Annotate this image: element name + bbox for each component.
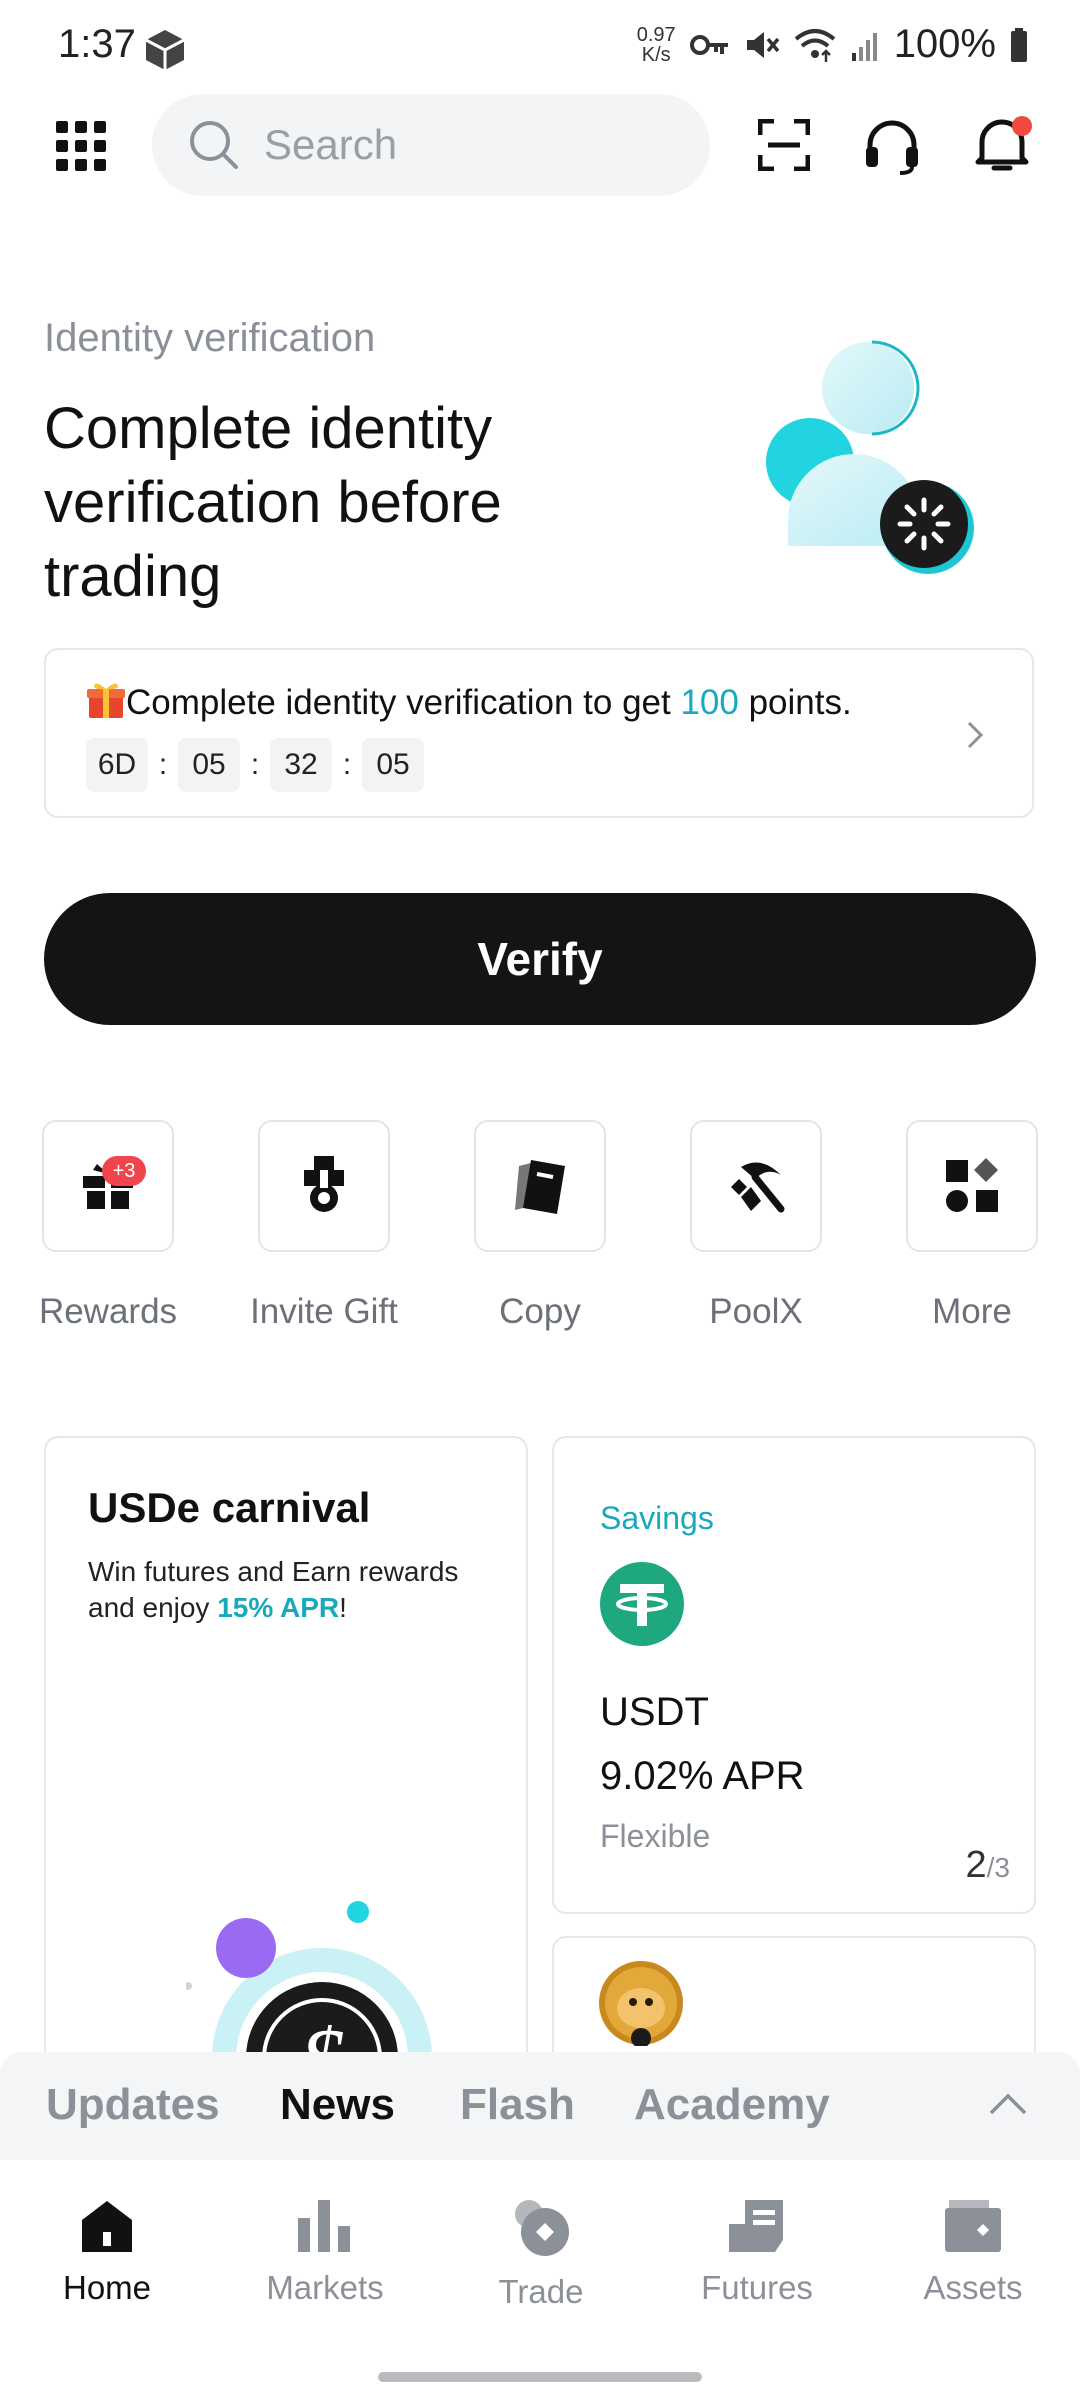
reward-banner[interactable]: Complete identity verification to get 10… xyxy=(44,648,1034,818)
pickaxe-icon xyxy=(731,1162,785,1213)
tab-updates[interactable]: Updates xyxy=(46,2080,220,2130)
timer-days: 6D xyxy=(86,738,148,792)
vpn-key-icon xyxy=(689,34,728,55)
promo-title: USDe carnival xyxy=(88,1484,371,1531)
tab-academy[interactable]: Academy xyxy=(634,2080,830,2130)
wallet-icon xyxy=(945,2200,1001,2252)
package-icon xyxy=(145,30,185,70)
promo-card-usde[interactable]: USDe carnival Win futures and Earn rewar… xyxy=(44,1436,528,2076)
shortcut-label: Copy xyxy=(499,1292,581,1331)
shortcut-label: Rewards xyxy=(38,1292,178,1331)
chevron-right-icon xyxy=(967,721,984,749)
timer-minutes: 32 xyxy=(270,738,332,792)
status-right: 0.97 K/s 100% xyxy=(637,22,1028,67)
net-speed: 0.97 K/s xyxy=(636,23,676,66)
savings-term: Flexible xyxy=(600,1818,711,1854)
shortcut-poolx[interactable]: PoolX xyxy=(690,1120,822,1331)
countdown-timer: 6D : 05 : 32 : 05 xyxy=(86,738,424,792)
copy-cards-icon xyxy=(515,1160,565,1214)
search-input[interactable]: Search xyxy=(152,94,710,196)
bar-chart-icon xyxy=(298,2200,350,2252)
nav-futures[interactable]: Futures xyxy=(672,2198,842,2307)
verify-button[interactable]: Verify xyxy=(44,893,1036,1025)
reward-points: 100 xyxy=(680,683,739,722)
support-headset-icon[interactable] xyxy=(864,117,920,175)
tab-flash[interactable]: Flash xyxy=(460,2080,575,2130)
savings-coin: USDT xyxy=(600,1690,709,1734)
mute-icon xyxy=(746,31,780,58)
battery-icon xyxy=(1011,27,1027,62)
medal-icon xyxy=(304,1156,344,1212)
shortcut-invite-gift[interactable]: Invite Gift xyxy=(250,1120,398,1331)
nav-trade[interactable]: Trade xyxy=(456,2198,626,2311)
timer-seconds: 05 xyxy=(362,738,424,792)
shortcut-label: More xyxy=(932,1292,1012,1331)
kyc-title: Complete identity verification before tr… xyxy=(44,396,502,609)
more-shapes-icon xyxy=(946,1158,998,1212)
signal-icon xyxy=(851,32,877,61)
kyc-subtitle: Identity verification xyxy=(44,316,376,360)
nav-home[interactable]: Home xyxy=(22,2198,192,2307)
status-time: 1:37 xyxy=(58,22,136,66)
coin-illustration: $ xyxy=(186,1901,432,2074)
search-icon xyxy=(190,121,238,169)
home-indicator[interactable] xyxy=(378,2372,702,2382)
notifications-button[interactable] xyxy=(972,112,1032,183)
nav-markets[interactable]: Markets xyxy=(240,2198,410,2307)
savings-tag: Savings xyxy=(600,1500,714,1536)
rewards-badge: +3 xyxy=(102,1156,146,1186)
nav-assets[interactable]: Assets xyxy=(888,2198,1058,2307)
carousel-indicator: 2/3 xyxy=(965,1844,1011,1886)
news-tab-bar: Updates News Flash Academy xyxy=(0,2052,1080,2160)
status-bar: 1:37 0.97 K/s 100% xyxy=(0,0,1080,100)
timer-hours: 05 xyxy=(178,738,240,792)
apps-grid-icon[interactable] xyxy=(56,121,106,171)
savings-card-usdt[interactable]: Savings USDT 9.02% APR Flexible 2/3 xyxy=(552,1436,1036,1914)
shortcut-rewards[interactable]: +3 Rewards xyxy=(39,1120,177,1331)
shortcut-more[interactable]: More xyxy=(906,1120,1038,1331)
futures-icon xyxy=(729,2200,783,2252)
usdt-logo-icon xyxy=(600,1562,684,1646)
bottom-nav: Home Markets Trade Futures Assets xyxy=(0,2160,1080,2400)
wifi-icon xyxy=(794,28,835,62)
savings-apr: 9.02% APR xyxy=(600,1754,805,1798)
scan-icon[interactable] xyxy=(758,119,810,171)
shortcut-copy[interactable]: Copy xyxy=(474,1120,606,1331)
gift-emoji-icon xyxy=(86,680,126,718)
shortcut-label: Invite Gift xyxy=(250,1292,398,1331)
home-icon xyxy=(82,2201,132,2252)
trade-icon xyxy=(515,2200,569,2256)
hamster-coin-icon xyxy=(599,1961,683,2046)
battery-percent: 100% xyxy=(893,22,996,66)
reward-text: Complete identity verification to get 10… xyxy=(86,680,852,723)
tab-news[interactable]: News xyxy=(280,2080,395,2130)
bell-icon xyxy=(975,116,1032,171)
promo-description: Win futures and Earn rewards and enjoy 1… xyxy=(88,1556,459,1623)
search-placeholder: Search xyxy=(264,121,398,168)
chevron-up-icon[interactable] xyxy=(988,2092,1028,2116)
identity-illustration xyxy=(766,340,974,574)
shortcut-label: PoolX xyxy=(709,1292,803,1331)
